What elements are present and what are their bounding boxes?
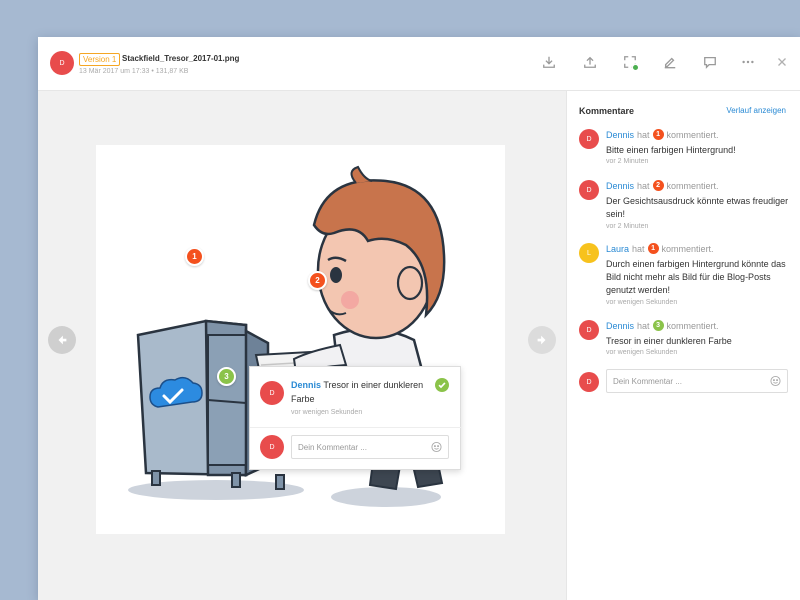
comment-author[interactable]: Dennis xyxy=(606,130,634,140)
comment-header: Dennis hat 1 kommentiert. xyxy=(606,129,719,140)
comment-header: Laura hat 1 kommentiert. xyxy=(606,243,714,254)
image-preview[interactable]: 1 2 3 xyxy=(96,145,505,534)
comment-time: vor 2 Minuten xyxy=(606,223,649,230)
comment-author[interactable]: Dennis xyxy=(606,181,634,191)
comment-verb: hat xyxy=(637,180,650,191)
comment-item: D Dennis hat 1 kommentiert. Bitte einen … xyxy=(579,129,794,167)
uploader-avatar[interactable]: D xyxy=(50,51,74,75)
comment-marker-badge[interactable]: 1 xyxy=(647,243,659,254)
comment-input-placeholder: Dein Kommentar ... xyxy=(613,376,682,386)
comment-icon[interactable] xyxy=(702,54,718,70)
comment-item: D Dennis hat 2 kommentiert. Der Gesichts… xyxy=(579,180,794,230)
comment-text: Durch einen farbigen Hintergrund könnte … xyxy=(606,259,786,295)
arrow-left-icon xyxy=(58,335,67,345)
next-image-button[interactable] xyxy=(528,326,556,354)
comment-text: Der Gesichtsausdruck könnte etwas freudi… xyxy=(606,196,789,219)
arrow-right-icon xyxy=(537,335,546,345)
comment-avatar[interactable]: D xyxy=(579,180,599,200)
status-dot-icon xyxy=(632,64,639,71)
annotation-popup: D Dennis Tresor in einer dunkleren Farbe… xyxy=(249,366,462,470)
file-name: Stackfield_Tresor_2017-01.png xyxy=(122,54,240,63)
popup-comment-time: vor wenigen Sekunden xyxy=(291,409,363,416)
edit-icon[interactable] xyxy=(662,54,678,70)
comment-text: Bitte einen farbigen Hintergrund! xyxy=(606,145,736,155)
upload-icon[interactable] xyxy=(582,54,598,70)
comment-verb-post: kommentiert. xyxy=(666,129,719,140)
comment-marker-badge[interactable]: 1 xyxy=(652,129,664,140)
file-preview-window: D Version 1 Stackfield_Tresor_2017-01.pn… xyxy=(38,37,800,600)
prev-image-button[interactable] xyxy=(48,326,76,354)
comment-verb: hat xyxy=(637,129,650,140)
history-link[interactable]: Verlauf anzeigen xyxy=(726,106,786,115)
comment-verb-post: kommentiert. xyxy=(666,180,719,191)
comment-item: L Laura hat 1 kommentiert. Durch einen f… xyxy=(579,243,794,307)
comment-verb: hat xyxy=(637,320,650,331)
resolve-check-icon[interactable] xyxy=(435,378,449,392)
comment-input-avatar: D xyxy=(579,372,599,392)
comment-verb-post: kommentiert. xyxy=(666,320,719,331)
version-badge[interactable]: Version 1 xyxy=(79,53,121,66)
close-icon[interactable] xyxy=(774,54,790,70)
comment-time: vor 2 Minuten xyxy=(606,158,649,165)
comment-header: Dennis hat 3 kommentiert. xyxy=(606,320,719,331)
comment-text: Tresor in einer dunkleren Farbe xyxy=(606,336,732,346)
annotation-marker-1[interactable]: 1 xyxy=(185,247,204,266)
comment-avatar[interactable]: L xyxy=(579,243,599,263)
popup-reply-placeholder: Dein Kommentar ... xyxy=(298,442,367,452)
annotation-marker-3[interactable]: 3 xyxy=(217,367,236,386)
comment-item: D Dennis hat 3 kommentiert. Tresor in ei… xyxy=(579,320,794,358)
comment-header: Dennis hat 2 kommentiert. xyxy=(606,180,719,191)
popup-author-avatar[interactable]: D xyxy=(260,381,284,405)
comment-verb-post: kommentiert. xyxy=(661,243,714,254)
comment-avatar[interactable]: D xyxy=(579,320,599,340)
comment-input[interactable]: Dein Kommentar ... xyxy=(606,369,788,393)
popup-reply-input[interactable]: Dein Kommentar ... xyxy=(291,435,449,459)
comments-sidebar: Kommentare Verlauf anzeigen D Dennis hat… xyxy=(566,91,800,600)
comment-avatar[interactable]: D xyxy=(579,129,599,149)
comment-time: vor wenigen Sekunden xyxy=(606,349,678,356)
image-canvas: 1 2 3 D Dennis Tresor in einer dunkleren… xyxy=(38,91,566,600)
comment-author[interactable]: Laura xyxy=(606,244,629,254)
file-header: D Version 1 Stackfield_Tresor_2017-01.pn… xyxy=(38,37,800,91)
file-meta: 13 Mär 2017 um 17:33 • 131,87 KB xyxy=(79,68,189,75)
comment-verb: hat xyxy=(632,243,645,254)
annotation-marker-2[interactable]: 2 xyxy=(308,271,327,290)
more-icon[interactable] xyxy=(740,54,756,70)
popup-author-name[interactable]: Dennis xyxy=(291,380,321,390)
illustration-safe-man xyxy=(128,165,446,507)
comment-marker-badge[interactable]: 2 xyxy=(652,180,664,191)
comment-marker-badge[interactable]: 3 xyxy=(652,320,664,331)
popup-comment: Dennis Tresor in einer dunkleren Farbe xyxy=(291,378,431,406)
comment-time: vor wenigen Sekunden xyxy=(606,299,678,306)
download-icon[interactable] xyxy=(541,54,557,70)
comments-title: Kommentare xyxy=(579,106,635,116)
popup-reply-avatar: D xyxy=(260,435,284,459)
fullscreen-icon[interactable] xyxy=(622,54,639,71)
comment-author[interactable]: Dennis xyxy=(606,321,634,331)
emoji-icon[interactable] xyxy=(770,375,781,387)
emoji-icon[interactable] xyxy=(431,441,442,453)
